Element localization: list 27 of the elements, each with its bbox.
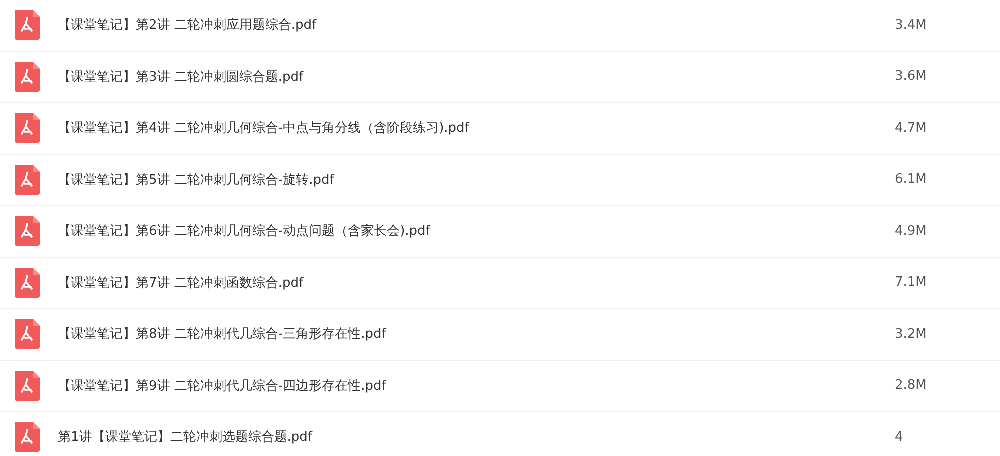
file-name[interactable]: 第1讲【课堂笔记】二轮冲刺选题综合题.pdf	[58, 428, 895, 446]
file-name[interactable]: 【课堂笔记】第9讲 二轮冲刺代几综合-四边形存在性.pdf	[58, 376, 895, 395]
file-name[interactable]: 【课堂笔记】第4讲 二轮冲刺几何综合-中点与角分线（含阶段练习).pdf	[58, 119, 895, 138]
pdf-file-icon	[15, 164, 40, 195]
file-name[interactable]: 【课堂笔记】第3讲 二轮冲刺圆综合题.pdf	[58, 68, 895, 86]
pdf-file-icon	[15, 268, 40, 298]
file-size: 7.1M	[895, 275, 928, 290]
pdf-file-icon	[15, 10, 40, 40]
file-name[interactable]: 【课堂笔记】第7讲 二轮冲刺函数综合.pdf	[58, 274, 895, 292]
file-size: 2.8M	[895, 378, 928, 394]
pdf-file-icon	[15, 62, 40, 92]
file-size: 3.6M	[895, 69, 928, 84]
file-size: 4.7M	[895, 120, 928, 136]
file-name[interactable]: 【课堂笔记】第5讲 二轮冲刺几何综合-旋转.pdf	[58, 170, 895, 189]
file-size: 6.1M	[895, 172, 928, 188]
file-size: 3.4M	[895, 18, 928, 33]
pdf-file-icon	[15, 113, 40, 144]
pdf-file-icon	[15, 370, 40, 401]
pdf-file-icon	[15, 216, 40, 246]
file-size: 4.9M	[895, 224, 928, 239]
file-size: 4	[895, 430, 904, 445]
file-size: 3.2M	[895, 326, 928, 342]
file-name[interactable]: 【课堂笔记】第6讲 二轮冲刺几何综合-动点问题（含家长会).pdf	[58, 222, 895, 240]
file-name[interactable]: 【课堂笔记】第8讲 二轮冲刺代几综合-三角形存在性.pdf	[58, 325, 895, 344]
pdf-file-icon	[15, 422, 40, 452]
file-name[interactable]: 【课堂笔记】第2讲 二轮冲刺应用题综合.pdf	[58, 16, 895, 34]
pdf-file-icon	[15, 319, 40, 350]
